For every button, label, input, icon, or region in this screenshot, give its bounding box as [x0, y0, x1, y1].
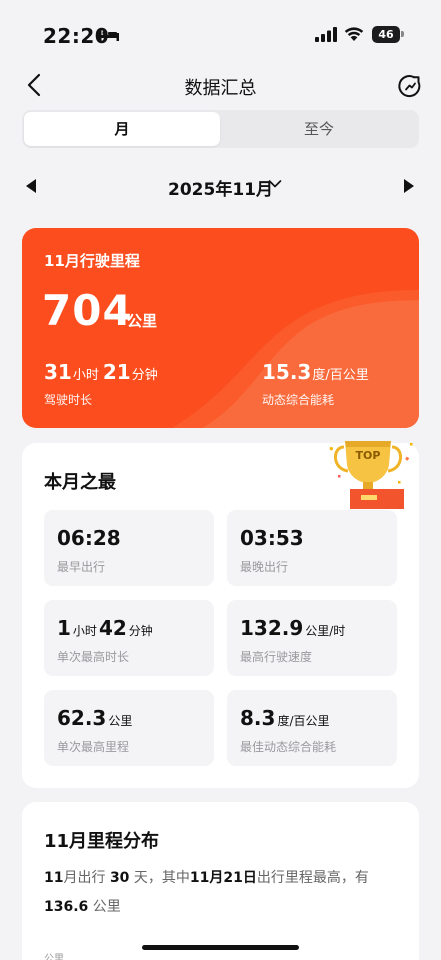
home-indicator	[142, 945, 299, 950]
history-icon[interactable]	[397, 73, 423, 99]
stat-label: 最晚出行	[240, 560, 289, 574]
best-energy-unit: 度/百公里	[277, 714, 330, 728]
battery-indicator: 46	[372, 26, 400, 43]
stat-value: 03:53	[240, 526, 304, 550]
summary-unit: 公里	[92, 899, 121, 915]
summary-days: 30	[109, 870, 130, 886]
top-speed-unit: 公里/时	[305, 624, 346, 638]
duration-hours: 31	[44, 360, 72, 384]
monthly-distance-card: 11月行驶里程 704 公里 31小时 21分钟 驾驶时长 15.3度/百公里 动…	[22, 228, 419, 428]
battery-cap	[401, 31, 404, 37]
status-bar: 22:20 46	[0, 0, 441, 60]
summary-month: 11	[44, 870, 64, 886]
stat-label: 最早出行	[57, 560, 106, 574]
page-title: 数据汇总	[184, 78, 257, 99]
distribution-summary: 11月出行 30 天，其中11月21日出行里程最高，有 136.6 公里	[44, 864, 399, 922]
stat-label: 单次最高里程	[57, 740, 130, 754]
duration-minutes-unit: 分钟	[131, 368, 158, 383]
stat-label: 最佳动态综合能耗	[240, 740, 337, 754]
next-month-button[interactable]	[404, 179, 414, 193]
total-distance-value: 704	[42, 286, 133, 335]
max-distance-unit: 公里	[108, 714, 133, 728]
duration-minutes: 21	[102, 360, 131, 384]
stat-value: 132.9 公里/时	[240, 616, 347, 640]
summary-top-date: 11月21日	[189, 870, 257, 886]
cellular-signal-icon	[315, 27, 337, 42]
tab-month[interactable]: 月	[24, 112, 220, 146]
month-label[interactable]: 2025年11月	[0, 175, 441, 200]
stat-max-trip-distance: 62.3 公里 单次最高里程	[44, 690, 214, 766]
stat-top-speed: 132.9 公里/时 最高行驶速度	[227, 600, 397, 676]
monthly-best-card: 本月之最 TOP 06:28 最早出行 03:53 最晚出行 1 小时 42 分钟 单…	[22, 441, 419, 788]
summary-text: 出行里程最高，有	[256, 870, 369, 886]
longest-minutes: 42	[98, 616, 127, 640]
stat-longest-trip-duration: 1 小时 42 分钟 单次最高时长	[44, 600, 214, 676]
summary-top-distance: 136.6	[44, 899, 89, 915]
distribution-title: 11月里程分布	[44, 831, 160, 852]
hero-title: 11月行驶里程	[44, 252, 140, 270]
longest-minutes-unit: 分钟	[128, 624, 153, 638]
bed-icon	[99, 29, 119, 41]
energy-consumption-label: 动态综合能耗	[262, 393, 335, 407]
drive-duration-value: 31小时 21分钟	[44, 360, 162, 384]
longest-hours: 1	[57, 616, 71, 640]
top-speed-value: 132.9	[240, 616, 304, 640]
stat-latest-departure: 03:53 最晚出行	[227, 510, 397, 586]
stat-value: 06:28	[57, 526, 121, 550]
trophy-icon: TOP	[329, 441, 413, 509]
longest-hours-unit: 小时	[72, 624, 97, 638]
summary-text: 月出行	[63, 870, 106, 886]
tab-all-time[interactable]: 至今	[221, 112, 417, 146]
duration-hours-unit: 小时	[72, 368, 99, 383]
energy-unit: 度/百公里	[312, 368, 369, 383]
stat-earliest-departure: 06:28 最早出行	[44, 510, 214, 586]
stat-value: 8.3 度/百公里	[240, 706, 331, 730]
stat-value: 62.3 公里	[57, 706, 134, 730]
navigation-bar: 数据汇总	[0, 60, 441, 110]
month-picker: 2025年11月	[0, 170, 441, 202]
monthly-best-title: 本月之最	[44, 472, 116, 493]
distance-distribution-card: 11月里程分布 11月出行 30 天，其中11月21日出行里程最高，有 136.6…	[22, 802, 419, 960]
drive-duration-label: 驾驶时长	[44, 393, 93, 407]
best-energy-value: 8.3	[240, 706, 276, 730]
wifi-icon	[344, 27, 364, 41]
energy-value: 15.3	[262, 360, 312, 384]
stat-best-energy: 8.3 度/百公里 最佳动态综合能耗	[227, 690, 397, 766]
chart-unit-label: 公里	[44, 954, 64, 960]
summary-text: 天，其中	[133, 870, 190, 886]
stat-label: 单次最高时长	[57, 650, 130, 664]
trophy-label: TOP	[356, 449, 381, 462]
period-segmented-control: 月 至今	[22, 110, 419, 148]
total-distance-unit: 公里	[127, 312, 158, 330]
stat-label: 最高行驶速度	[240, 650, 313, 664]
energy-consumption-value: 15.3度/百公里	[262, 360, 373, 384]
stat-value: 1 小时 42 分钟	[57, 616, 155, 640]
max-distance-value: 62.3	[57, 706, 107, 730]
chevron-down-icon[interactable]	[268, 179, 282, 189]
